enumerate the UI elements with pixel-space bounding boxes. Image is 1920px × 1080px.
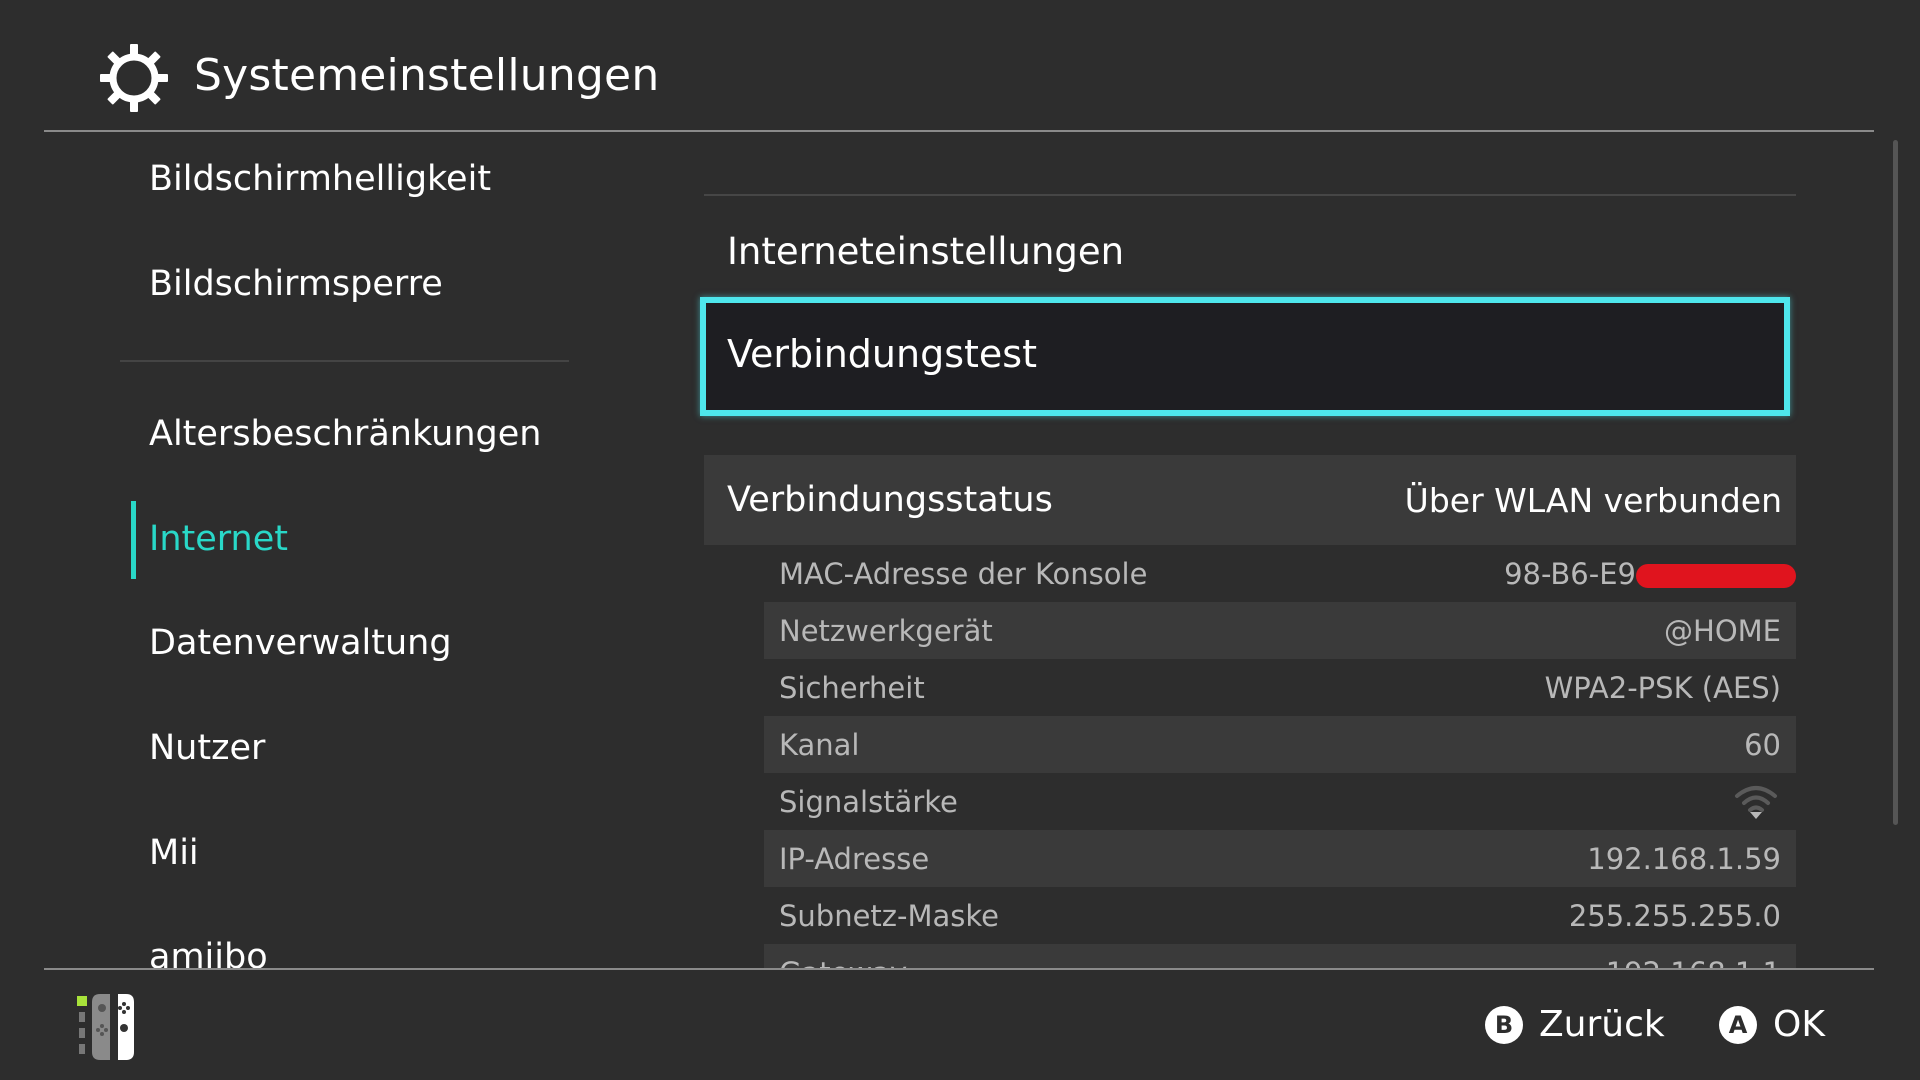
page-title: Systemeinstellungen	[194, 50, 660, 101]
internet-settings-panel: Interneteinstellungen Verbindungstest Ve…	[614, 132, 1874, 968]
detail-label: Sicherheit	[779, 671, 925, 705]
sidebar-active-indicator	[131, 501, 136, 579]
mac-address-value: 98-B6-E9	[1504, 557, 1636, 591]
footer: B Zurück A OK	[0, 970, 1920, 1080]
back-button[interactable]: B Zurück	[1485, 1002, 1665, 1048]
joy-con-controller-icon	[77, 994, 134, 1060]
detail-row-network-device: Netzwerkgerät @HOME	[764, 602, 1796, 659]
sidebar-item-amiibo[interactable]: amiibo	[149, 932, 268, 968]
detail-row-ip-address: IP-Adresse 192.168.1.59	[764, 830, 1796, 887]
connection-status-label: Verbindungsstatus	[727, 480, 1053, 520]
sidebar-divider	[120, 360, 569, 362]
detail-label: MAC-Adresse der Konsole	[779, 557, 1148, 591]
detail-label: Gateway	[779, 954, 907, 968]
content-divider	[704, 194, 1796, 196]
detail-value: 60	[1744, 728, 1781, 762]
detail-value: @HOME	[1664, 614, 1781, 648]
detail-row-mac-address: MAC-Adresse der Konsole 98-B6-E9	[764, 545, 1796, 602]
detail-label: Subnetz-Maske	[779, 899, 999, 933]
detail-row-signal-strength: Signalstärke	[764, 773, 1796, 830]
detail-value: 192.168.1.59	[1587, 842, 1781, 876]
connection-test-button[interactable]: Verbindungstest	[700, 297, 1790, 416]
detail-label: Signalstärke	[779, 785, 958, 819]
redaction-mark	[1636, 564, 1796, 588]
gear-icon	[100, 44, 168, 112]
b-button-icon: B	[1485, 1006, 1523, 1044]
detail-row-gateway: Gateway 192.168.1.1	[764, 944, 1796, 968]
ok-button[interactable]: A OK	[1719, 1002, 1825, 1048]
detail-value: 98-B6-E9	[1504, 555, 1796, 593]
detail-row-subnet-mask: Subnetz-Maske 255.255.255.0	[764, 887, 1796, 944]
detail-value: 192.168.1.1	[1606, 954, 1781, 968]
back-label: Zurück	[1539, 1004, 1665, 1045]
a-button-icon: A	[1719, 1006, 1757, 1044]
sidebar-item-mii[interactable]: Mii	[149, 828, 199, 878]
sidebar-item-bildschirmhelligkeit[interactable]: Bildschirmhelligkeit	[149, 154, 491, 204]
connection-status-value: Über WLAN verbunden	[1404, 481, 1782, 520]
sidebar-item-nutzer[interactable]: Nutzer	[149, 723, 265, 773]
detail-label: Kanal	[779, 728, 860, 762]
detail-row-channel: Kanal 60	[764, 716, 1796, 773]
sidebar-item-datenverwaltung[interactable]: Datenverwaltung	[149, 618, 452, 668]
sidebar-item-altersbeschraenkungen[interactable]: Altersbeschränkungen	[149, 409, 541, 459]
detail-value: WPA2-PSK (AES)	[1544, 671, 1781, 705]
ok-label: OK	[1773, 1004, 1825, 1045]
internet-settings-heading[interactable]: Interneteinstellungen	[727, 224, 1124, 280]
header: Systemeinstellungen	[0, 0, 1920, 131]
sidebar: Bildschirmhelligkeit Bildschirmsperre Al…	[44, 132, 614, 968]
detail-label: Netzwerkgerät	[779, 614, 993, 648]
sidebar-item-internet[interactable]: Internet	[149, 514, 288, 564]
connection-status-row: Verbindungsstatus Über WLAN verbunden	[704, 455, 1796, 545]
sidebar-item-bildschirmsperre[interactable]: Bildschirmsperre	[149, 259, 443, 309]
connection-test-label: Verbindungstest	[727, 332, 1037, 376]
scrollbar[interactable]	[1893, 140, 1898, 825]
detail-value: 255.255.255.0	[1568, 899, 1781, 933]
wifi-signal-icon	[1735, 786, 1777, 819]
detail-row-security: Sicherheit WPA2-PSK (AES)	[764, 659, 1796, 716]
detail-label: IP-Adresse	[779, 842, 930, 876]
